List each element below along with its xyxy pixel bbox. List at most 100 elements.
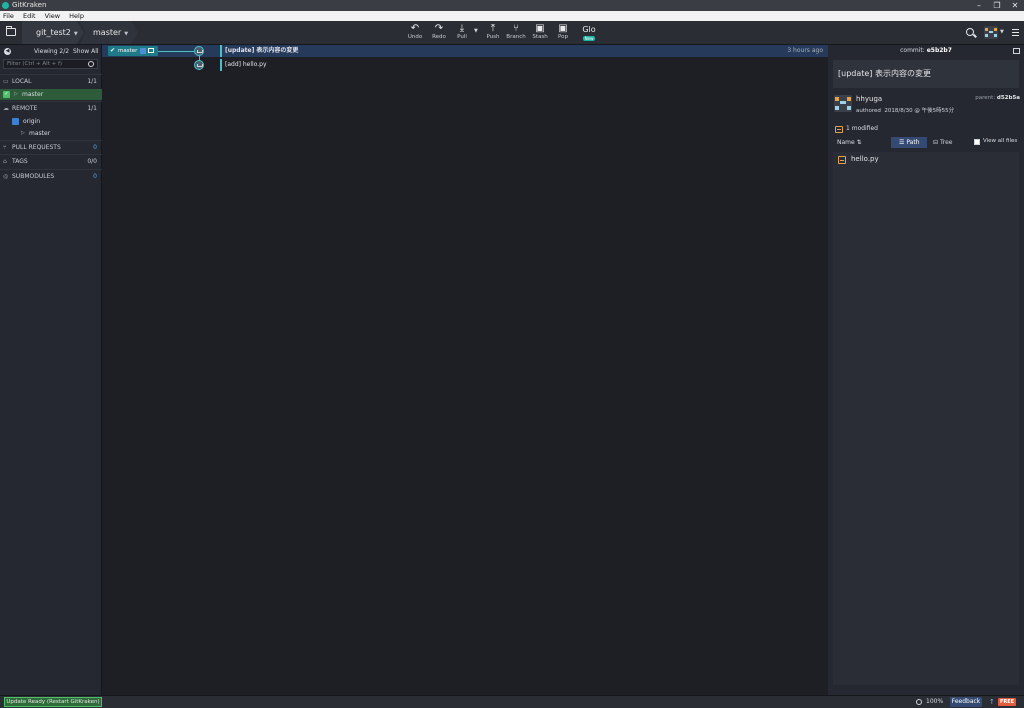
sort-icon: ⇅ xyxy=(856,139,862,146)
show-all-link[interactable]: Show All xyxy=(73,45,99,58)
sidebar-header: ◀ Viewing 2/2 Show All xyxy=(0,45,102,58)
pull-options-chevron-icon[interactable]: ▼ xyxy=(474,28,478,34)
branch-connector-line xyxy=(158,51,195,52)
section-remote[interactable]: ☁ REMOTE 1/1 xyxy=(0,101,102,115)
checkmark-icon: ✔ xyxy=(110,47,116,54)
minimize-icon[interactable]: – xyxy=(970,0,988,11)
window-controls: – ❐ ✕ xyxy=(970,0,1024,11)
chevron-down-icon[interactable]: ▼ xyxy=(1000,29,1004,35)
author-avatar xyxy=(834,95,852,112)
menu-help[interactable]: Help xyxy=(69,12,84,20)
undo-button[interactable]: ↶ Undo xyxy=(403,23,427,43)
menu-file[interactable]: File xyxy=(3,12,14,20)
modified-file-icon xyxy=(835,126,843,133)
feedback-button[interactable]: Feedback xyxy=(950,697,982,707)
sidebar-item-remote-master[interactable]: ▷ master xyxy=(0,128,102,139)
redo-icon: ↷ xyxy=(434,23,444,34)
status-bar: Update Ready (Restart GitKraken) 100% Fe… xyxy=(0,695,1024,708)
cloud-icon: ☁ xyxy=(3,105,9,112)
collapse-sidebar-icon[interactable]: ◀ xyxy=(4,48,11,55)
commit-node-avatar[interactable] xyxy=(194,46,204,56)
folder-icon[interactable] xyxy=(6,26,16,36)
identicon-icon xyxy=(984,26,998,39)
sidebar-item-origin[interactable]: origin xyxy=(0,116,102,127)
view-all-files-label: View all files xyxy=(983,138,1018,144)
profile-avatar[interactable] xyxy=(984,26,998,39)
section-local[interactable]: ▭ LOCAL 1/1 xyxy=(0,74,102,88)
branch-arrow-icon: ▷ xyxy=(21,130,25,136)
checkmark-icon: ✓ xyxy=(3,91,10,98)
repo-selector[interactable]: git_test2 ▼ xyxy=(22,21,84,44)
branch-selector[interactable]: master ▼ xyxy=(80,21,138,44)
stash-button[interactable]: ▣ Stash xyxy=(528,23,552,43)
commit-header: commit: e5b2b7 xyxy=(900,47,952,54)
main-toolbar: git_test2 ▼ master ▼ ↶ Undo ↷ Redo ⤓ Pull … xyxy=(0,21,1024,45)
commit-detail-panel: commit: e5b2b7 [update] 表示内容の変更 hhyuga a… xyxy=(828,45,1024,695)
section-tags[interactable]: ⌂ TAGS 0/0 xyxy=(0,154,102,168)
list-icon: ☰ xyxy=(899,139,905,146)
chevron-down-icon: ▼ xyxy=(124,31,129,37)
free-license-badge[interactable]: FREE xyxy=(998,698,1016,706)
zoom-icon[interactable] xyxy=(916,699,922,705)
modified-count: 1 modified xyxy=(846,125,878,132)
commit-graph: ✔ master [update] 表示内容の変更 3 hours ago [a… xyxy=(102,45,828,695)
hamburger-menu-icon[interactable] xyxy=(1012,29,1019,36)
search-icon xyxy=(88,61,94,67)
remote-avatar-icon xyxy=(140,48,146,54)
author-name: hhyuga xyxy=(856,95,883,103)
redo-button[interactable]: ↷ Redo xyxy=(427,23,451,43)
section-submodules[interactable]: ◎ SUBMODULES 0 xyxy=(0,169,102,183)
menu-edit[interactable]: Edit xyxy=(23,12,36,20)
branch-button[interactable]: ⑂ Branch xyxy=(504,23,528,43)
section-pull-requests[interactable]: ⑂ PULL REQUESTS 0 xyxy=(0,140,102,154)
push-icon: ⤒ xyxy=(490,23,496,34)
pop-icon: ▣ xyxy=(558,23,568,34)
commit-time: 3 hours ago xyxy=(787,47,823,54)
window-titlebar: GitKraken – ❐ ✕ xyxy=(0,0,1024,11)
tree-view-toggle[interactable]: ⊟ Tree xyxy=(927,137,963,148)
commit-row[interactable]: ✔ master [update] 表示内容の変更 3 hours ago xyxy=(102,45,828,57)
path-view-toggle[interactable]: ☰ Path xyxy=(891,137,927,148)
pop-button[interactable]: ▣ Pop xyxy=(551,23,575,43)
sidebar-item-local-master[interactable]: ✓ ▷ master xyxy=(0,89,102,100)
file-list: hello.py xyxy=(833,152,1019,685)
filter-input[interactable]: Filter (Ctrl + Alt + f) xyxy=(3,59,98,69)
maximize-icon[interactable]: ❐ xyxy=(988,0,1006,11)
commit-row[interactable]: [add] hello.py xyxy=(102,59,828,71)
computer-icon xyxy=(148,48,154,53)
commit-row-marker xyxy=(220,59,222,71)
file-name: hello.py xyxy=(851,155,879,163)
branch-tag-master[interactable]: ✔ master xyxy=(108,46,158,56)
undo-icon: ↶ xyxy=(410,23,420,34)
chevron-down-icon: ▼ xyxy=(73,31,78,37)
tree-icon: ⊟ xyxy=(933,139,939,146)
pull-button[interactable]: ⤓ Pull xyxy=(450,23,474,43)
branch-name: master xyxy=(93,28,122,37)
laptop-icon: ▭ xyxy=(3,78,9,85)
glo-label: Glo xyxy=(582,25,596,34)
search-icon[interactable] xyxy=(966,28,974,36)
modified-file-icon xyxy=(838,156,846,164)
commit-sha[interactable]: e5b2b7 xyxy=(927,47,952,54)
new-badge: New xyxy=(582,36,596,41)
menu-view[interactable]: View xyxy=(45,12,60,20)
upgrade-arrow-icon[interactable]: ↑ xyxy=(989,697,995,707)
list-item[interactable]: hello.py xyxy=(833,152,1019,168)
panel-layout-icon[interactable] xyxy=(1013,48,1020,54)
stash-icon: ▣ xyxy=(535,23,545,34)
authored-info: authored 2018/8/30 @ 午後5時55分 xyxy=(856,108,955,114)
glo-button[interactable]: Glo New xyxy=(580,25,598,41)
close-icon[interactable]: ✕ xyxy=(1006,0,1024,11)
commit-node-avatar[interactable] xyxy=(194,60,204,70)
commit-message: [add] hello.py xyxy=(225,61,267,68)
view-all-files-checkbox[interactable] xyxy=(974,139,980,145)
name-sort-button[interactable]: Name ⇅ xyxy=(837,139,862,146)
window-title: GitKraken xyxy=(12,1,47,9)
push-button[interactable]: ⤒ Push xyxy=(481,23,505,43)
update-ready-button[interactable]: Update Ready (Restart GitKraken) xyxy=(4,697,102,707)
submodule-icon: ◎ xyxy=(3,173,9,180)
zoom-level: 100% xyxy=(926,698,944,705)
parent-sha[interactable]: d52b5a xyxy=(997,95,1020,101)
menu-bar: File Edit View Help xyxy=(0,11,1024,21)
identicon-icon xyxy=(834,95,852,112)
